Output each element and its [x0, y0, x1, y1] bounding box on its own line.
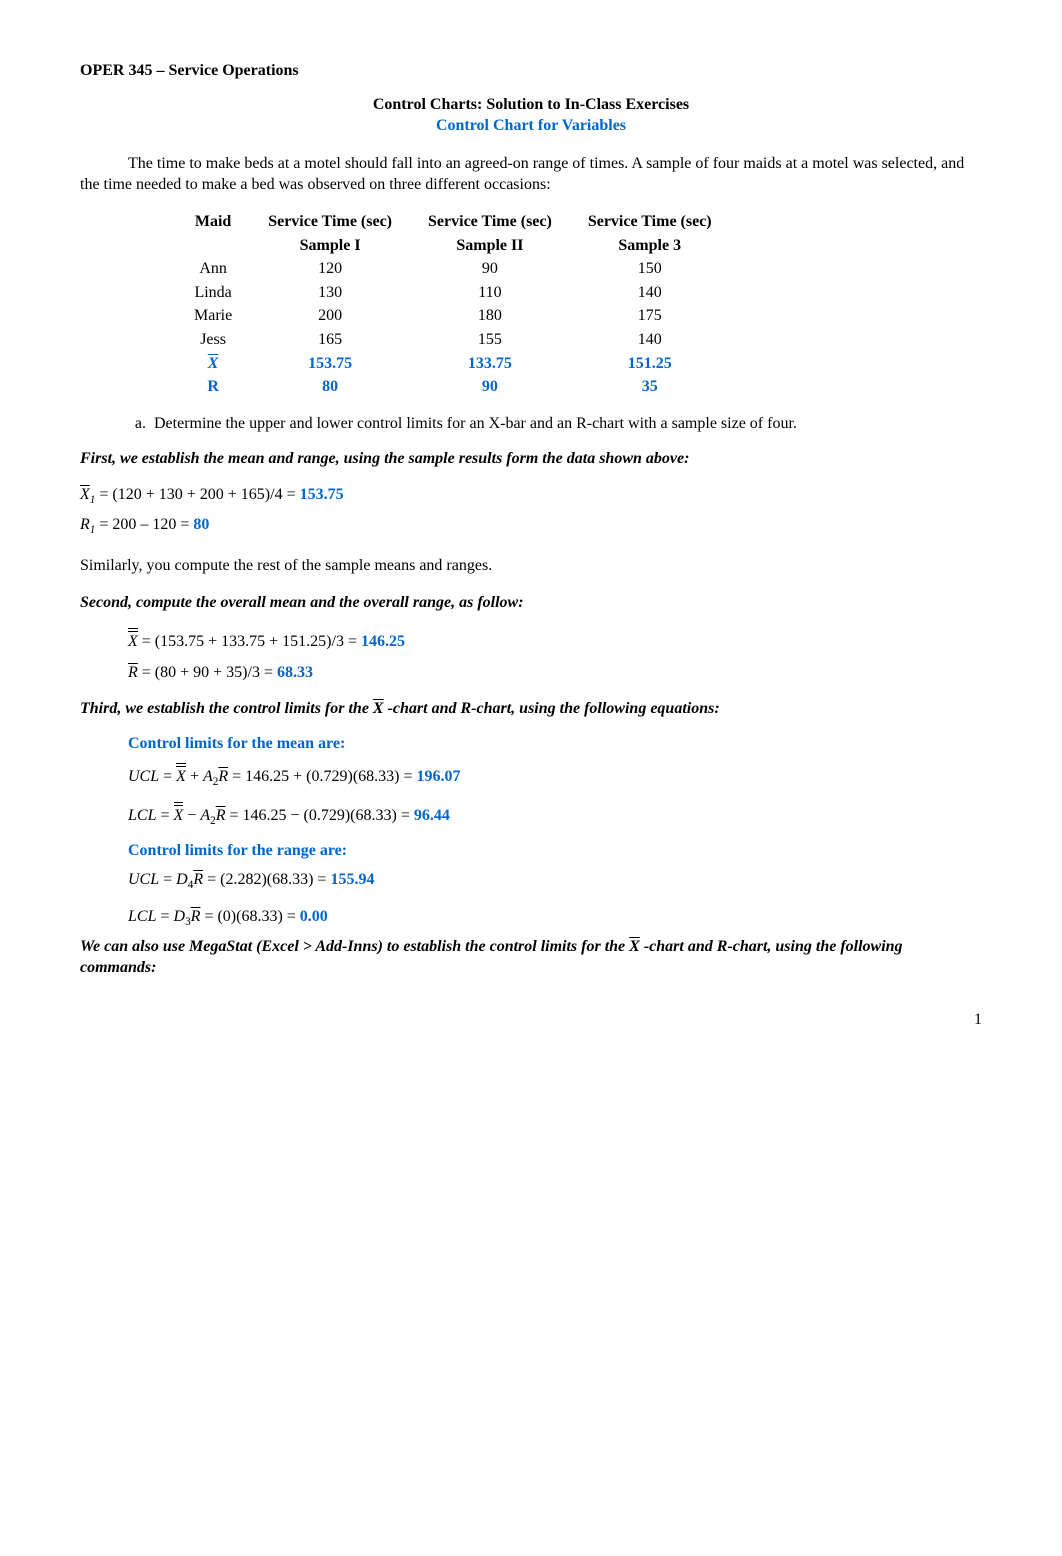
subtitle-line2: Control Chart for Variables	[80, 115, 982, 137]
cell: 35	[570, 375, 730, 399]
table-header-row: Maid Service Time (sec) Service Time (se…	[176, 210, 730, 234]
th-sub2: Sample II	[410, 234, 570, 258]
subtitle-line1: Control Charts: Solution to In-Class Exe…	[80, 94, 982, 116]
title-block: Control Charts: Solution to In-Class Exe…	[80, 94, 982, 137]
x1-equation: X1 = (120 + 130 + 200 + 165)/4 = 153.75	[80, 484, 982, 508]
th-s3: Service Time (sec)	[570, 210, 730, 234]
mean-range-value: 68.33	[277, 664, 313, 681]
intro-paragraph: The time to make beds at a motel should …	[80, 153, 982, 196]
page-number: 1	[80, 1009, 982, 1031]
ucl-mean-equation: UCL = X + A2R = 146.25 + (0.729)(68.33) …	[128, 763, 982, 790]
cell: 200	[250, 304, 410, 328]
row-label: Ann	[176, 257, 250, 281]
r1-expr: = 200 – 120 =	[99, 516, 193, 533]
cell: 130	[250, 281, 410, 305]
third-post: -chart and R-chart, using the following …	[384, 700, 720, 717]
megastat-pre: We can also use MegaStat (Excel > Add-In…	[80, 938, 629, 955]
cell: 153.75	[250, 352, 410, 376]
ucl-range-equation: UCL = D4R = (2.282)(68.33) = 155.94	[128, 869, 982, 893]
r1-sub: 1	[90, 524, 96, 536]
th-sub1: Sample I	[250, 234, 410, 258]
mean-range-equation: R = (80 + 90 + 35)/3 = 68.33	[128, 662, 982, 684]
question-list: Determine the upper and lower control li…	[120, 413, 982, 435]
r1-equation: R1 = 200 – 120 = 80	[80, 514, 982, 538]
r1-value: 80	[193, 516, 209, 533]
data-table: Maid Service Time (sec) Service Time (se…	[176, 210, 730, 399]
table-xbar-row: X 153.75 133.75 151.25	[176, 352, 730, 376]
grand-mean-value: 146.25	[361, 633, 405, 650]
cell: 140	[570, 328, 730, 352]
cell: 120	[250, 257, 410, 281]
question-a: Determine the upper and lower control li…	[150, 413, 982, 435]
range-limits-label: Control limits for the range are:	[128, 840, 982, 862]
third-xbar: X	[373, 698, 384, 720]
cell: 90	[410, 375, 570, 399]
step-third: Third, we establish the control limits f…	[80, 698, 982, 720]
th-maid: Maid	[176, 210, 250, 234]
mean-limits-label: Control limits for the mean are:	[128, 733, 982, 755]
th-s1: Service Time (sec)	[250, 210, 410, 234]
table-row: Ann 120 90 150	[176, 257, 730, 281]
th-s2: Service Time (sec)	[410, 210, 570, 234]
x1-expr: = (120 + 130 + 200 + 165)/4 =	[99, 486, 299, 503]
grand-mean-equation: X = (153.75 + 133.75 + 151.25)/3 = 146.2…	[128, 628, 982, 653]
xbar-symbol: X	[208, 353, 219, 375]
table-row: Marie 200 180 175	[176, 304, 730, 328]
ucl-mean-value: 196.07	[417, 768, 461, 785]
x1-value: 153.75	[300, 486, 344, 503]
cell: 180	[410, 304, 570, 328]
row-label: Marie	[176, 304, 250, 328]
row-label: Linda	[176, 281, 250, 305]
cell: 151.25	[570, 352, 730, 376]
third-pre: Third, we establish the control limits f…	[80, 700, 373, 717]
lcl-mean-value: 96.44	[414, 807, 450, 824]
step-second: Second, compute the overall mean and the…	[80, 592, 982, 614]
cell: 80	[250, 375, 410, 399]
table-subheader-row: Sample I Sample II Sample 3	[176, 234, 730, 258]
xbar-sym: X	[80, 484, 90, 506]
cell: 155	[410, 328, 570, 352]
cell: 133.75	[410, 352, 570, 376]
page-header: OPER 345 – Service Operations	[80, 60, 982, 82]
r-symbol: R	[176, 375, 250, 399]
table-row: Linda 130 110 140	[176, 281, 730, 305]
lcl-range-value: 0.00	[300, 908, 328, 925]
cell: 165	[250, 328, 410, 352]
th-sub3: Sample 3	[570, 234, 730, 258]
table-row: Jess 165 155 140	[176, 328, 730, 352]
grand-mean-expr: = (153.75 + 133.75 + 151.25)/3 =	[142, 633, 361, 650]
step-first: First, we establish the mean and range, …	[80, 448, 982, 470]
xdblbar-sym: X	[128, 628, 138, 653]
lcl-range-equation: LCL = D3R = (0)(68.33) = 0.00	[128, 906, 982, 930]
ucl-range-value: 155.94	[330, 871, 374, 888]
megastat-xbar: X	[629, 936, 640, 958]
row-label: Jess	[176, 328, 250, 352]
lcl-mean-equation: LCL = X − A2R = 146.25 − (0.729)(68.33) …	[128, 802, 982, 829]
r1-sym: R	[80, 516, 90, 533]
cell: 150	[570, 257, 730, 281]
table-r-row: R 80 90 35	[176, 375, 730, 399]
cell: 110	[410, 281, 570, 305]
megastat-note: We can also use MegaStat (Excel > Add-In…	[80, 936, 982, 979]
cell: 140	[570, 281, 730, 305]
mean-range-expr: = (80 + 90 + 35)/3 =	[142, 664, 277, 681]
th-sub0	[176, 234, 250, 258]
cell: 90	[410, 257, 570, 281]
x1-sub: 1	[90, 494, 96, 506]
similarly-note: Similarly, you compute the rest of the s…	[80, 555, 982, 577]
cell: 175	[570, 304, 730, 328]
rbar-sym: R	[128, 662, 138, 684]
